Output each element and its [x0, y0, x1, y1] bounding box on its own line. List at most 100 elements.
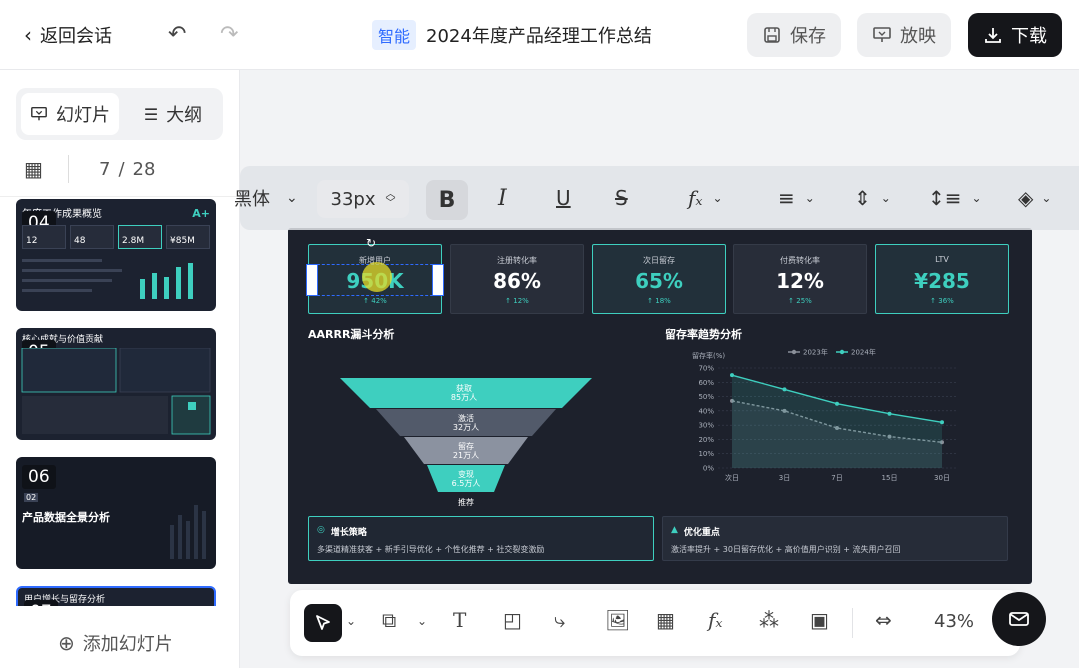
- rotate-handle[interactable]: ↻: [366, 236, 376, 250]
- resize-handle-left[interactable]: [306, 264, 318, 296]
- funnel-label: 激活: [458, 414, 474, 423]
- legend-label: 2023年: [803, 348, 828, 357]
- undo-button[interactable]: ↶: [168, 22, 186, 47]
- select-tool-button[interactable]: [304, 604, 342, 642]
- y-tick-label: 20%: [698, 436, 714, 444]
- kpi-value: ¥285: [914, 269, 970, 293]
- layer-select[interactable]: ◈ ⌄: [1018, 180, 1051, 216]
- icon-library-icon[interactable]: ⁂: [759, 608, 779, 632]
- zoom-level[interactable]: 43%: [934, 611, 974, 632]
- italic-button[interactable]: I: [498, 180, 507, 216]
- grid-view-icon[interactable]: ▦: [24, 157, 54, 181]
- slide-thumbnail-06[interactable]: 06 02 产品数据全景分析: [16, 457, 216, 569]
- strikethrough-button[interactable]: S: [615, 180, 628, 216]
- focus-body: 激活率提升 + 30日留存优化 + 高价值用户识别 + 流失用户召回: [671, 545, 901, 554]
- undo-icon: ↶: [168, 22, 187, 47]
- data-point: [782, 387, 787, 392]
- back-to-chat-button[interactable]: ‹ 返回会话: [24, 22, 112, 48]
- present-button[interactable]: 放映: [857, 13, 951, 57]
- thumb-title: 产品数据全景分析: [22, 511, 110, 524]
- add-slide-label: 添加幻灯片: [82, 634, 173, 655]
- image-tool-icon[interactable]: 🖼: [605, 608, 630, 632]
- slide-canvas[interactable]: 新增用户950K↑ 42%注册转化率86%↑ 12%次日留存65%↑ 18%付费…: [288, 228, 1032, 584]
- x-tick-label: 30日: [934, 474, 950, 482]
- formula-icon: fₓ: [688, 186, 703, 210]
- chevron-left-icon: ‹: [24, 23, 32, 47]
- funnel-label: 变现: [458, 470, 474, 479]
- title-area: 智能 2024年度产品经理工作总结: [372, 20, 652, 50]
- shape-tool-icon[interactable]: ◰: [503, 608, 522, 632]
- table-tool-icon[interactable]: ▦: [656, 608, 675, 632]
- add-slide-button[interactable]: ⊕ 添加幻灯片: [58, 630, 173, 656]
- slide-thumbnail-04[interactable]: 年度工作成果概览 04 A+ 12 48 2.8M ¥85M: [16, 199, 216, 311]
- download-label: 下载: [1011, 26, 1047, 47]
- stepper-arrows-icon: ︿ ﹀: [385, 189, 396, 209]
- slide-thumbnail-07[interactable]: 用户增长与留存分析 07: [16, 586, 216, 606]
- chevron-down-icon[interactable]: ⌄: [417, 614, 427, 628]
- italic-icon: I: [498, 185, 507, 211]
- funnel-title: AARRR漏斗分析: [308, 328, 395, 341]
- slides-sidebar: 幻灯片 ☰ 大纲 ▦ 7 / 28 年度工作成果概览 04 A+ 12 48 2…: [0, 70, 240, 668]
- chevron-down-icon: ⌄: [1041, 191, 1052, 205]
- tab-outline-label: 大纲: [166, 105, 203, 126]
- chevron-down-icon: ⌄: [712, 191, 723, 205]
- resize-handle-right[interactable]: [432, 264, 444, 296]
- funnel-label: 获取: [456, 384, 472, 393]
- kpi-label: 次日留存: [643, 256, 675, 265]
- underline-button[interactable]: U: [556, 180, 571, 216]
- plus-circle-icon: ⊕: [58, 631, 75, 655]
- kpi-delta: ↑ 25%: [788, 297, 812, 305]
- connector-tool-icon[interactable]: ⤷: [554, 608, 565, 632]
- redo-button[interactable]: ↷: [220, 22, 238, 47]
- vertical-align-select[interactable]: ⇕ ⌄: [854, 180, 891, 216]
- divider: [852, 608, 853, 638]
- chevron-down-icon: ⌄: [971, 191, 982, 205]
- x-tick-label: 7日: [831, 474, 842, 482]
- font-size-stepper[interactable]: 33px ︿ ﹀: [317, 180, 409, 218]
- download-button[interactable]: 下载: [968, 13, 1062, 57]
- formula-tool-icon[interactable]: fₓ: [708, 608, 723, 632]
- thumb-grade: A+: [192, 207, 210, 220]
- chevron-down-icon: ⌄: [880, 191, 891, 205]
- font-family-select[interactable]: 黑体 ⌄: [234, 180, 298, 216]
- document-title[interactable]: 2024年度产品经理工作总结: [426, 22, 652, 48]
- bold-icon: B: [438, 187, 456, 213]
- component-tool-icon[interactable]: ⧉: [382, 608, 396, 632]
- smart-badge: 智能: [372, 20, 417, 50]
- presentation-icon: [31, 106, 47, 121]
- kpi-card: 付费转化率 12% ↑ 25%: [733, 244, 867, 314]
- funnel-value: 21万人: [452, 451, 480, 460]
- thumb-graphic: [21, 348, 211, 435]
- line-spacing-icon: ↕≡: [928, 186, 962, 210]
- cursor-highlight: [362, 262, 392, 292]
- tab-slides[interactable]: 幻灯片: [21, 93, 119, 135]
- chevron-down-icon[interactable]: ⌄: [346, 614, 356, 628]
- media-tool-icon[interactable]: ▣: [810, 608, 829, 632]
- kpi-card: LTV ¥285 ↑ 36%: [875, 244, 1009, 314]
- message-button[interactable]: [992, 592, 1046, 646]
- line-spacing-select[interactable]: ↕≡ ⌄: [928, 180, 982, 216]
- data-point: [887, 411, 892, 416]
- bold-button[interactable]: B: [426, 180, 468, 220]
- slide-thumbnail-05[interactable]: 核心成就与价值贡献 05: [16, 328, 216, 440]
- font-family-value: 黑体: [234, 189, 270, 210]
- y-tick-label: 40%: [698, 407, 714, 415]
- tab-outline[interactable]: ☰ 大纲: [124, 93, 222, 135]
- y-tick-label: 30%: [698, 422, 714, 430]
- present-label: 放映: [900, 26, 936, 47]
- thumb-stat: 12: [22, 225, 66, 249]
- kpi-label: 付费转化率: [780, 256, 820, 265]
- divider: [68, 155, 69, 183]
- text-align-select[interactable]: ≡ ⌄: [778, 180, 815, 216]
- page-separator: /: [118, 158, 125, 180]
- page-indicator: ▦ 7 / 28: [24, 154, 224, 184]
- text-tool-icon[interactable]: T: [453, 608, 466, 632]
- y-tick-label: 60%: [698, 379, 714, 387]
- thumb-number: 06: [22, 465, 56, 489]
- thumbnail-list[interactable]: 年度工作成果概览 04 A+ 12 48 2.8M ¥85M 核心成就与价值贡献…: [0, 196, 239, 606]
- x-tick-label: 3日: [779, 474, 790, 482]
- fit-width-icon[interactable]: ⇔: [875, 608, 892, 632]
- save-button[interactable]: 保存: [747, 13, 841, 57]
- clear-format-button[interactable]: fₓ ⌄: [688, 180, 723, 216]
- page-total: 28: [132, 158, 156, 180]
